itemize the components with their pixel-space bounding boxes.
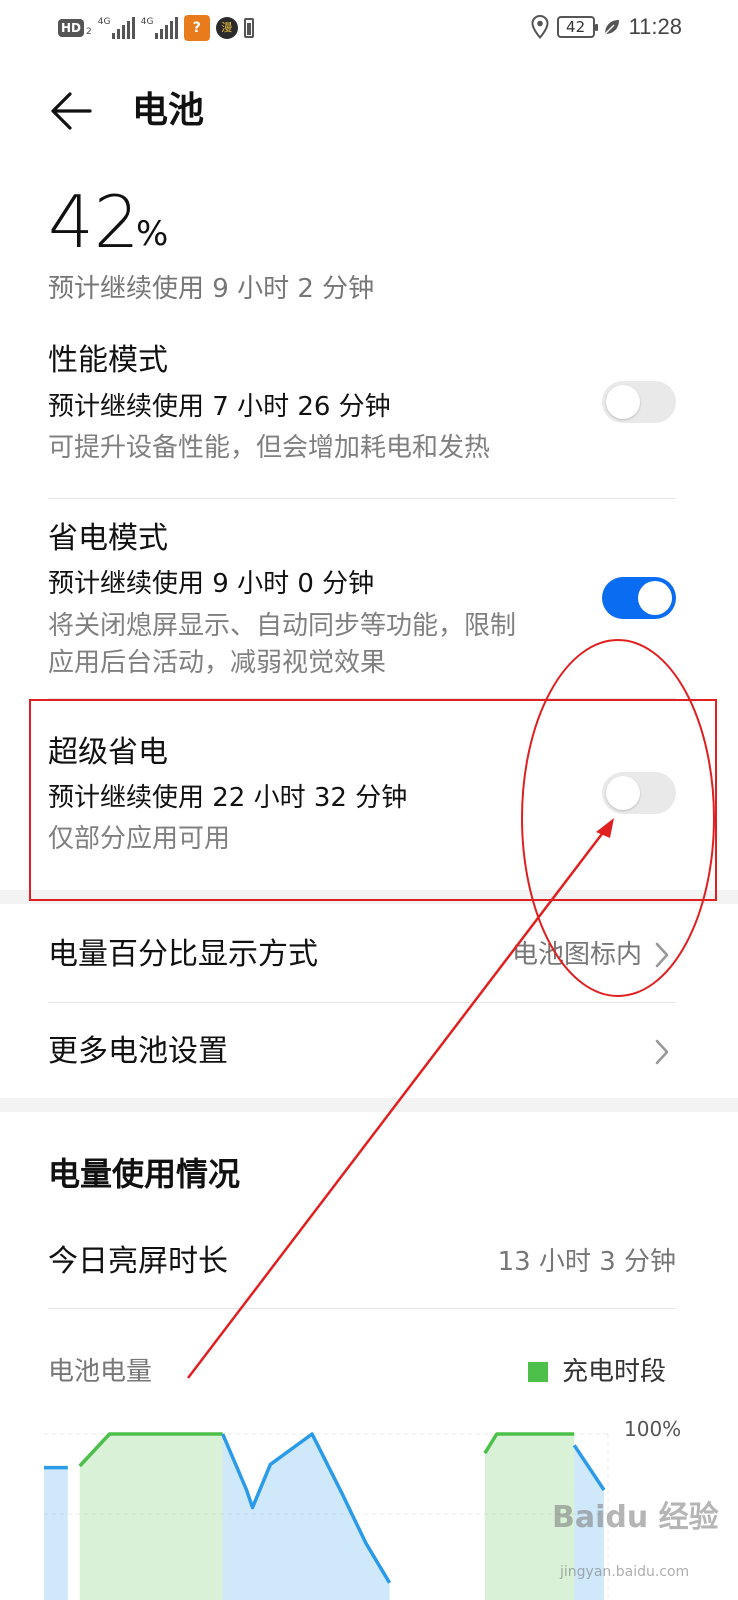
battery-estimate: 预计继续使用 9 小时 2 分钟 bbox=[48, 274, 375, 304]
signal-1-tag: 4G bbox=[97, 17, 111, 27]
power-saving-mode-title: 省电模式 bbox=[48, 521, 168, 556]
power-saving-mode-toggle[interactable] bbox=[602, 577, 676, 619]
chart-area-discharge-1 bbox=[222, 1434, 390, 1600]
battery-percent: 42 bbox=[48, 180, 140, 264]
signal-2-icon: 4G bbox=[141, 17, 178, 39]
section-separator bbox=[0, 1098, 738, 1112]
app-notification-icon: ? bbox=[183, 15, 210, 41]
divider bbox=[48, 698, 676, 699]
battery-level-label: 电池电量 bbox=[48, 1357, 153, 1387]
power-saving-mode-estimate: 预计继续使用 9 小时 0 分钟 bbox=[48, 569, 375, 599]
app-notification-icon-2: 漫 bbox=[215, 17, 238, 39]
ultra-power-saving-toggle[interactable] bbox=[602, 772, 676, 814]
legend-swatch-charging bbox=[528, 1362, 548, 1382]
power-saving-mode-description-line2: 应用后台活动，减弱视觉效果 bbox=[48, 648, 387, 678]
status-bar-left: HD 2 4G 4G ? 漫 bbox=[58, 14, 254, 42]
performance-mode-title: 性能模式 bbox=[48, 343, 168, 378]
status-bar: HD 2 4G 4G ? 漫 42 11:28 bbox=[0, 0, 738, 56]
chevron-right-icon bbox=[655, 942, 669, 968]
power-saving-mode-description-line1: 将关闭熄屏显示、自动同步等功能，限制 bbox=[48, 611, 517, 641]
more-battery-settings-label[interactable]: 更多电池设置 bbox=[48, 1032, 228, 1072]
ultra-power-saving-estimate: 预计继续使用 22 小时 32 分钟 bbox=[48, 783, 408, 813]
divider bbox=[48, 1002, 676, 1003]
watermark: Baidu 经验 bbox=[552, 1500, 719, 1535]
clock: 11:28 bbox=[628, 14, 682, 39]
annotation-arrow-head bbox=[596, 818, 614, 838]
leaf-icon bbox=[604, 20, 619, 35]
signal-1-icon: 4G bbox=[98, 17, 135, 39]
chart-area-charging-0 bbox=[79, 1434, 223, 1600]
chevron-right-icon bbox=[655, 1039, 669, 1065]
status-bar-right: 42 11:28 bbox=[531, 12, 682, 42]
watermark-url: jingyan.baidu.com bbox=[560, 1564, 690, 1580]
signal-2-tag: 4G bbox=[140, 17, 154, 27]
small-battery-icon bbox=[243, 18, 254, 38]
legend-label-charging: 充电时段 bbox=[562, 1357, 667, 1387]
chart-area-discharge-0 bbox=[44, 1467, 68, 1600]
toggle-knob bbox=[606, 776, 640, 810]
performance-mode-toggle[interactable] bbox=[602, 381, 676, 423]
page-title: 电池 bbox=[132, 90, 205, 131]
performance-mode-description: 可提升设备性能，但会增加耗电和发热 bbox=[48, 433, 491, 463]
screen-time-value: 13 小时 3 分钟 bbox=[497, 1247, 676, 1277]
performance-mode-estimate: 预计继续使用 7 小时 26 分钟 bbox=[48, 392, 391, 422]
hd-voice-icon: HD bbox=[58, 19, 85, 37]
percent-display-label[interactable]: 电量百分比显示方式 bbox=[48, 935, 318, 975]
back-arrow-icon[interactable] bbox=[48, 88, 94, 134]
usage-section-title: 电量使用情况 bbox=[48, 1155, 241, 1193]
percent-display-value: 电池图标内 bbox=[511, 940, 642, 970]
location-icon bbox=[531, 15, 549, 39]
divider bbox=[48, 1308, 676, 1309]
ultra-power-saving-description: 仅部分应用可用 bbox=[48, 824, 231, 854]
section-separator bbox=[0, 890, 738, 904]
ultra-power-saving-title: 超级省电 bbox=[48, 735, 168, 770]
battery-percent-unit: % bbox=[136, 214, 169, 254]
toggle-knob bbox=[638, 581, 672, 615]
screen-time-label: 今日亮屏时长 bbox=[48, 1244, 228, 1279]
hd-sub-label: 2 bbox=[86, 27, 92, 37]
toggle-knob bbox=[606, 385, 640, 419]
battery-icon: 42 bbox=[556, 16, 598, 38]
divider bbox=[48, 498, 676, 499]
